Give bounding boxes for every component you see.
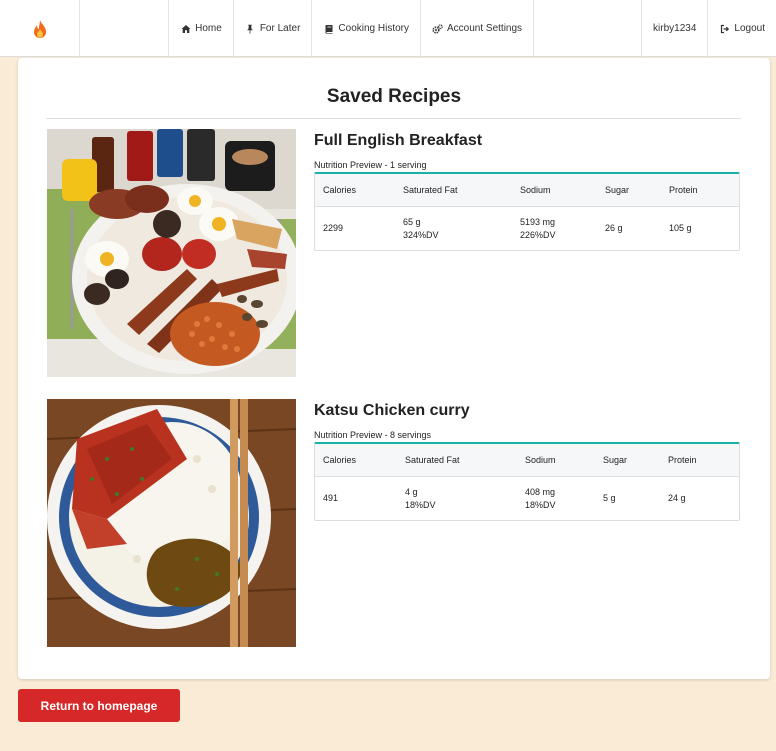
nav-cooking-history-link[interactable]: Cooking History xyxy=(311,0,420,57)
nav-logout-link[interactable]: Logout xyxy=(707,0,776,57)
page-title: Saved Recipes xyxy=(326,86,462,107)
sodium-dv: 18%DV xyxy=(525,499,556,510)
sodium-value: 5193 mg 226%DV xyxy=(512,216,597,242)
calories-value: 491 xyxy=(323,493,339,503)
header-calories: Calories xyxy=(323,184,357,195)
recipe-photo[interactable] xyxy=(47,399,296,647)
nutrition-table-header: Calories Saturated Fat Sodium Sugar Prot… xyxy=(315,444,739,477)
flame-icon xyxy=(33,19,46,38)
saturated-fat-value: 4 g 18%DV xyxy=(397,486,517,512)
calories-value: 2299 xyxy=(323,223,344,233)
recipe-photo[interactable] xyxy=(47,129,296,377)
nutrition-table-header: Calories Saturated Fat Sodium Sugar Prot… xyxy=(315,174,739,207)
saturated-fat-value: 65 g 324%DV xyxy=(395,216,512,242)
header-sodium: Sodium xyxy=(520,184,551,195)
header-saturated-fat: Saturated Fat xyxy=(405,454,460,465)
saved-recipes-card: Saved Recipes Full English Breakfast Nut… xyxy=(18,58,770,679)
header-sugar: Sugar xyxy=(605,184,630,195)
nav-account-settings-link[interactable]: Account Settings xyxy=(420,0,533,57)
title-divider xyxy=(46,118,741,119)
nav-account-settings-label: Account Settings xyxy=(447,23,523,34)
home-icon xyxy=(180,23,191,34)
sugar-value: 26 g xyxy=(605,223,623,233)
saturated-fat-dv: 324%DV xyxy=(403,229,439,240)
top-navbar: Home For Later Cooking History Account S… xyxy=(0,0,776,57)
nutrition-table-row: 2299 65 g 324%DV 5193 mg 226%DV 26 g 105… xyxy=(315,207,739,250)
book-icon xyxy=(323,23,334,34)
nutrition-table-row: 491 4 g 18%DV 408 mg 18%DV 5 g 24 g xyxy=(315,477,739,520)
header-protein: Protein xyxy=(669,184,698,195)
header-saturated-fat: Saturated Fat xyxy=(403,184,458,195)
sign-out-icon xyxy=(719,23,730,34)
recipe-title[interactable]: Full English Breakfast xyxy=(314,132,482,150)
gears-icon xyxy=(432,23,443,34)
nutrition-table: Calories Saturated Fat Sodium Sugar Prot… xyxy=(314,172,740,251)
sugar-value: 5 g xyxy=(603,493,616,503)
recipe-title[interactable]: Katsu Chicken curry xyxy=(314,402,470,420)
saturated-fat-dv: 18%DV xyxy=(405,499,436,510)
sodium-amount: 408 mg xyxy=(525,486,556,497)
header-sugar: Sugar xyxy=(603,454,628,465)
nav-for-later-label: For Later xyxy=(259,23,301,34)
return-to-homepage-button[interactable]: Return to homepage xyxy=(18,689,180,722)
sodium-dv: 226%DV xyxy=(520,229,556,240)
protein-value: 24 g xyxy=(668,493,686,503)
nav-for-later-link[interactable]: For Later xyxy=(232,0,312,57)
nav-username[interactable]: kirby1234 xyxy=(641,0,707,57)
nav-cooking-history-label: Cooking History xyxy=(338,23,409,34)
header-calories: Calories xyxy=(323,454,357,465)
sodium-amount: 5193 mg xyxy=(520,216,556,227)
header-protein: Protein xyxy=(668,454,697,465)
nutrition-preview-label: Nutrition Preview - 8 servings xyxy=(314,430,432,440)
brand-logo[interactable] xyxy=(0,0,80,57)
saturated-fat-amount: 65 g xyxy=(403,216,421,227)
nutrition-preview-label: Nutrition Preview - 1 serving xyxy=(314,160,427,170)
header-sodium: Sodium xyxy=(525,454,556,465)
nav-logout-label: Logout xyxy=(734,23,765,34)
nutrition-table: Calories Saturated Fat Sodium Sugar Prot… xyxy=(314,442,740,521)
thumbtack-icon xyxy=(245,23,256,34)
nav-home-link[interactable]: Home xyxy=(168,0,233,57)
protein-value: 105 g xyxy=(669,223,692,233)
nav-home-label: Home xyxy=(195,23,222,34)
sodium-value: 408 mg 18%DV xyxy=(517,486,595,512)
saturated-fat-amount: 4 g xyxy=(405,486,418,497)
